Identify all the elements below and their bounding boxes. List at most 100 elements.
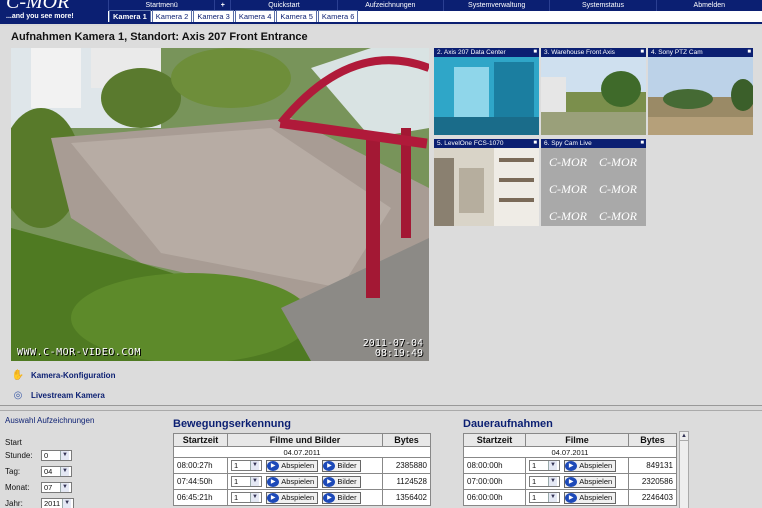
play-label: Abspielen xyxy=(281,493,315,502)
nav-logout[interactable]: Abmelden xyxy=(655,0,762,11)
clip-select-value: 1 xyxy=(532,476,537,486)
thumbnail-image xyxy=(648,57,753,135)
images-button[interactable]: ▶ Bilder xyxy=(322,475,361,488)
bytes-cell: 1356402 xyxy=(382,489,431,506)
thumbnail-camera-3[interactable]: 3. Warehouse Front Axis ■ xyxy=(541,48,646,135)
column-header: Filme xyxy=(525,433,629,447)
filter-month-row: Monat: 07 ▼ xyxy=(5,479,155,495)
tab-camera-3[interactable]: Kamera 3 xyxy=(193,10,234,22)
play-icon: ▶ xyxy=(323,476,336,487)
clip-select[interactable]: 1 ▼ xyxy=(529,475,560,487)
table-row: 07:00:00h 1 ▼ ▶ Abspielen 2320586 xyxy=(463,473,677,490)
play-button[interactable]: ▶ Abspielen xyxy=(564,491,617,504)
motion-title: Bewegungserkennung xyxy=(173,418,291,430)
tab-camera-6[interactable]: Kamera 6 xyxy=(317,10,359,22)
play-icon: ▶ xyxy=(565,492,578,503)
thumbnail-label: 6. Spy Cam Live xyxy=(541,139,646,148)
camera-icon: ■ xyxy=(747,49,751,55)
nav-system-status[interactable]: Systemstatus xyxy=(549,0,655,11)
images-button[interactable]: ▶ Bilder xyxy=(322,459,361,472)
camera-icon: ■ xyxy=(533,140,537,146)
month-select[interactable]: 07 ▼ xyxy=(41,481,72,493)
hour-value: 0 xyxy=(44,450,49,460)
tab-camera-2[interactable]: Kamera 2 xyxy=(151,10,193,22)
play-icon: ▶ xyxy=(565,476,578,487)
scroll-up-icon[interactable]: ▲ xyxy=(680,432,688,441)
images-label: Bilder xyxy=(337,461,357,470)
year-label: Jahr: xyxy=(5,498,23,508)
thumbnail-camera-4[interactable]: 4. Sony PTZ Cam ■ xyxy=(648,48,753,135)
thumbnail-camera-5[interactable]: 5. LevelOne FCS-1070 ■ xyxy=(434,139,539,226)
recording-filter: Auswahl Aufzeichnungen Start Stunde: 0 ▼ … xyxy=(5,416,155,508)
thumbnail-image xyxy=(434,57,539,135)
table-row: 08:00:00h 1 ▼ ▶ Abspielen 849131 xyxy=(463,457,677,474)
play-button[interactable]: ▶ Abspielen xyxy=(266,491,319,504)
motion-table: Startzeit Filme und Bilder Bytes 04.07.2… xyxy=(173,433,431,506)
date-cell: 04.07.2011 xyxy=(463,446,677,458)
column-header: Startzeit xyxy=(463,433,526,447)
images-button[interactable]: ▶ Bilder xyxy=(322,491,361,504)
filter-start-label: Start xyxy=(5,438,22,447)
table-header-row: Startzeit Filme und Bilder Bytes xyxy=(173,433,431,447)
brand-slogan: ...and you see more! xyxy=(6,13,74,20)
placeholder-logo: C-MOR xyxy=(599,155,638,169)
nav-system-admin[interactable]: Systemverwaltung xyxy=(442,0,549,11)
month-value: 07 xyxy=(44,482,53,492)
clip-select[interactable]: 1 ▼ xyxy=(231,491,262,503)
tab-camera-4[interactable]: Kamera 4 xyxy=(234,10,276,22)
thumbnail-image xyxy=(541,57,646,135)
actions-cell: 1 ▼ ▶ Abspielen ▶ Bilder xyxy=(227,489,383,506)
recordings-panel: Auswahl Aufzeichnungen Start Stunde: 0 ▼ … xyxy=(0,410,762,508)
motion-detection-section: Bewegungserkennung Startzeit Filme und B… xyxy=(173,418,431,506)
play-button[interactable]: ▶ Abspielen xyxy=(266,475,319,488)
filter-day-row: Tag: 04 ▼ xyxy=(5,463,155,479)
bytes-cell: 1124528 xyxy=(382,473,431,490)
camera-icon: ■ xyxy=(640,49,644,55)
chevron-down-icon: ▼ xyxy=(60,482,69,492)
camera-icon: ■ xyxy=(640,140,644,146)
camera-tabs: Kamera 1 Kamera 2 Kamera 3 Kamera 4 Kame… xyxy=(108,10,762,24)
clip-select[interactable]: 1 ▼ xyxy=(231,475,262,487)
placeholder-logo: C-MOR xyxy=(549,209,588,223)
placeholder-logo: C-MOR xyxy=(549,182,588,196)
camera-icon: ■ xyxy=(533,49,537,55)
camera-config-link[interactable]: ✋ Kamera-Konfiguration xyxy=(11,366,116,384)
tab-camera-1[interactable]: Kamera 1 xyxy=(109,10,151,22)
continuous-recording-section: Daueraufnahmen Startzeit Filme Bytes 04.… xyxy=(463,418,677,506)
thumbnail-camera-2[interactable]: 2. Axis 207 Data Center ■ xyxy=(434,48,539,135)
hour-select[interactable]: 0 ▼ xyxy=(41,449,72,461)
date-row: 04.07.2011 xyxy=(463,446,677,458)
thumbnail-camera-6[interactable]: 6. Spy Cam Live ■ C-MOR C-MOR C-MOR C-MO… xyxy=(541,139,646,226)
filter-title: Auswahl Aufzeichnungen xyxy=(5,416,95,425)
link-label: Livestream Kamera xyxy=(31,390,105,400)
year-select[interactable]: 2011 ▼ xyxy=(41,497,75,508)
play-button[interactable]: ▶ Abspielen xyxy=(266,459,319,472)
tab-camera-5[interactable]: Kamera 5 xyxy=(276,10,317,22)
year-value: 2011 xyxy=(44,498,61,508)
start-time: 06:00:00h xyxy=(463,489,526,506)
day-value: 04 xyxy=(44,466,53,476)
play-button[interactable]: ▶ Abspielen xyxy=(564,459,617,472)
actions-cell: 1 ▼ ▶ Abspielen xyxy=(525,489,629,506)
video-time: 08:19:49 xyxy=(374,348,423,359)
images-label: Bilder xyxy=(337,493,357,502)
day-select[interactable]: 04 ▼ xyxy=(41,465,72,477)
thumbnail-label: 3. Warehouse Front Axis xyxy=(541,48,646,57)
clip-select[interactable]: 1 ▼ xyxy=(529,459,560,471)
clip-select-value: 1 xyxy=(532,492,537,502)
eye-icon: ◎ xyxy=(13,389,23,401)
brand-logo[interactable]: C-MOR ...and you see more! xyxy=(0,0,108,24)
clip-select[interactable]: 1 ▼ xyxy=(231,459,262,471)
scrollbar[interactable]: ▲ xyxy=(679,431,689,508)
chevron-down-icon: ▼ xyxy=(548,476,557,486)
placeholder-logo: C-MOR xyxy=(599,182,638,196)
thumbnail-label: 2. Axis 207 Data Center xyxy=(434,48,539,57)
clip-select[interactable]: 1 ▼ xyxy=(529,491,560,503)
camera-panel: Aufnahmen Kamera 1, Standort: Axis 207 F… xyxy=(0,26,762,406)
main-camera-view[interactable]: WWW.C-MOR-VIDEO.COM 2011-07-04 08:19:49 xyxy=(11,48,429,361)
play-icon: ▶ xyxy=(267,476,280,487)
actions-cell: 1 ▼ ▶ Abspielen ▶ Bilder xyxy=(227,457,383,474)
table-header-row: Startzeit Filme Bytes xyxy=(463,433,677,447)
livestream-link[interactable]: ◎ Livestream Kamera xyxy=(11,386,115,404)
play-button[interactable]: ▶ Abspielen xyxy=(564,475,617,488)
